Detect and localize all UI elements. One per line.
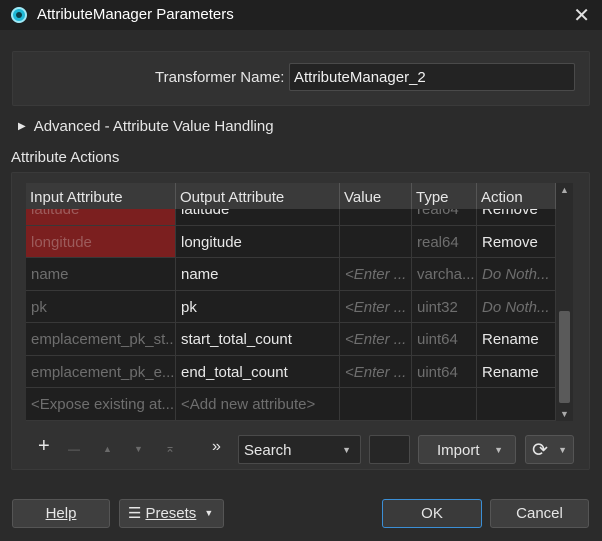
expose-existing-attribute-cell[interactable]: <Expose existing at... [26, 388, 176, 420]
type-cell[interactable]: real64 [412, 225, 477, 257]
import-button[interactable]: Import ▼ [418, 435, 516, 464]
action-cell[interactable]: Do Noth... [477, 290, 556, 322]
type-cell[interactable]: uint64 [412, 323, 477, 355]
move-to-top-icon[interactable]: ⌅ [165, 441, 175, 455]
add-icon[interactable]: + [38, 435, 50, 458]
remove-icon[interactable]: — [68, 442, 80, 456]
type-cell[interactable] [412, 388, 477, 420]
header-action[interactable]: Action [477, 183, 556, 209]
value-cell[interactable]: <Enter ... [340, 258, 412, 290]
chevron-down-icon: ▼ [494, 445, 503, 455]
table-row[interactable]: <Expose existing at... <Add new attribut… [26, 388, 556, 421]
chevron-down-icon: ▼ [558, 445, 567, 455]
sync-button[interactable]: ⟳ ▼ [525, 435, 574, 464]
input-attribute-cell[interactable]: name [26, 258, 176, 290]
type-cell[interactable]: varcha... [412, 258, 477, 290]
header-value[interactable]: Value [340, 183, 412, 209]
output-attribute-cell[interactable]: start_total_count [176, 323, 340, 355]
value-cell[interactable] [340, 388, 412, 420]
value-cell[interactable]: <Enter ... [340, 355, 412, 387]
table-row[interactable]: name name <Enter ... varcha... Do Noth..… [26, 258, 556, 291]
input-attribute-cell[interactable]: longitude [26, 225, 176, 257]
scroll-up-icon[interactable]: ▲ [556, 183, 573, 197]
output-attribute-cell[interactable]: name [176, 258, 340, 290]
expand-triangle-icon: ▶ [18, 121, 26, 132]
scroll-thumb[interactable] [559, 311, 570, 403]
table-scrollbar[interactable]: ▲ ▼ [556, 183, 573, 421]
output-attribute-cell[interactable]: pk [176, 290, 340, 322]
table-row[interactable]: emplacement_pk_st... start_total_count <… [26, 323, 556, 356]
move-down-icon[interactable]: ▼ [134, 444, 143, 454]
presets-button-label: Presets [145, 505, 197, 522]
attribute-actions-label: Attribute Actions [11, 149, 120, 166]
sliders-icon: ☰ [128, 505, 142, 522]
presets-button[interactable]: ☰ Presets ▼ [119, 499, 224, 528]
attribute-table: Input Attribute Output Attribute Value T… [26, 183, 556, 421]
input-attribute-cell[interactable]: emplacement_pk_st... [26, 323, 176, 355]
scroll-down-icon[interactable]: ▼ [556, 407, 573, 421]
value-cell[interactable]: <Enter ... [340, 290, 412, 322]
help-button[interactable]: Help [12, 499, 110, 528]
input-attribute-cell[interactable]: pk [26, 290, 176, 322]
header-type[interactable]: Type [412, 183, 477, 209]
advanced-section-toggle[interactable]: ▶ Advanced - Attribute Value Handling [18, 118, 274, 135]
action-cell[interactable]: Remove [477, 225, 556, 257]
transformer-name-input[interactable] [289, 63, 575, 91]
import-button-label: Import [437, 442, 480, 459]
action-cell[interactable]: Rename [477, 323, 556, 355]
table-header: Input Attribute Output Attribute Value T… [26, 183, 556, 209]
output-attribute-cell[interactable]: end_total_count [176, 355, 340, 387]
action-cell[interactable]: Rename [477, 355, 556, 387]
search-dropdown[interactable]: Search ▼ [238, 435, 361, 464]
value-cell[interactable]: <Enter ... [340, 323, 412, 355]
move-up-icon[interactable]: ▲ [103, 444, 112, 454]
add-new-attribute-cell[interactable]: <Add new attribute> [176, 388, 340, 420]
table-body: latitude latitude real64 Remove longitud… [26, 193, 556, 421]
input-attribute-cell[interactable]: emplacement_pk_e... [26, 355, 176, 387]
value-cell[interactable] [340, 225, 412, 257]
action-cell[interactable]: Do Noth... [477, 258, 556, 290]
type-cell[interactable]: uint64 [412, 355, 477, 387]
action-cell[interactable] [477, 388, 556, 420]
app-logo-icon [11, 7, 27, 23]
search-dropdown-label: Search [244, 442, 292, 459]
header-input-attribute[interactable]: Input Attribute [26, 183, 176, 209]
table-row[interactable]: longitude longitude real64 Remove [26, 225, 556, 258]
sync-icon: ⟳ [532, 440, 548, 461]
window-title: AttributeManager Parameters [37, 6, 234, 23]
title-bar: AttributeManager Parameters ✕ [0, 0, 602, 30]
cancel-button[interactable]: Cancel [490, 499, 589, 528]
header-output-attribute[interactable]: Output Attribute [176, 183, 340, 209]
table-row[interactable]: pk pk <Enter ... uint32 Do Noth... [26, 290, 556, 323]
ok-button[interactable]: OK [382, 499, 482, 528]
advanced-section-label: Advanced - Attribute Value Handling [33, 118, 274, 135]
help-button-label: Help [45, 505, 77, 522]
more-options-icon[interactable]: » [212, 438, 221, 456]
transformer-name-label: Transformer Name: [155, 69, 285, 86]
type-cell[interactable]: uint32 [412, 290, 477, 322]
close-icon[interactable]: ✕ [573, 3, 590, 28]
search-filter-input[interactable] [369, 435, 410, 464]
table-row[interactable]: emplacement_pk_e... end_total_count <Ent… [26, 355, 556, 388]
output-attribute-cell[interactable]: longitude [176, 225, 340, 257]
chevron-down-icon: ▼ [342, 445, 351, 455]
chevron-down-icon: ▼ [204, 508, 214, 518]
